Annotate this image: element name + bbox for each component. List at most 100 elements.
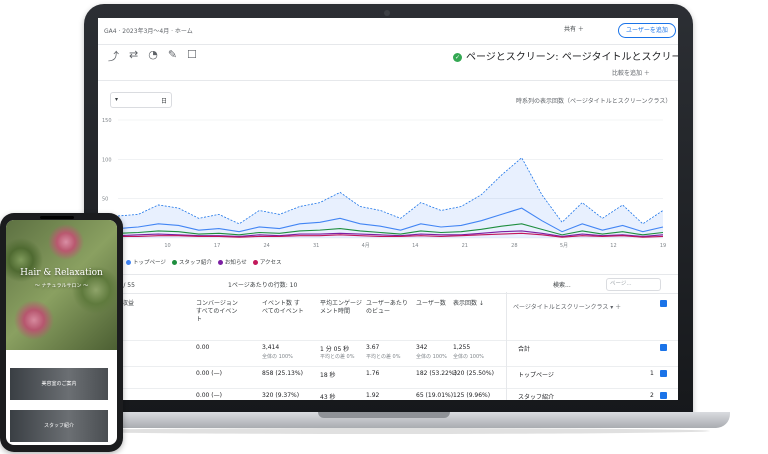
table-cell: 182 (53.22%) <box>416 370 457 377</box>
search-input[interactable]: ページ... <box>606 278 661 291</box>
bookmark-icon[interactable]: ☐ <box>187 48 197 64</box>
table-cell: 65 (19.01%) <box>416 392 454 399</box>
laptop-screen: GA4 · 2023年3月～4月 · ホーム 共有 ＋ ユーザーを追加 ⤴ ⇄ … <box>98 18 678 400</box>
x-tick-label: 10 <box>164 243 170 249</box>
table-cell: 0.00 (—) <box>196 392 222 399</box>
phone-screen: Hair & Relaxation ～ ナチュラルサロン ～ 美容室のご案内 ス… <box>6 220 117 445</box>
table-cell: 0.00 <box>196 344 210 351</box>
x-tick-label: 4月 <box>362 243 370 249</box>
table-cell: 3,414 <box>262 344 280 351</box>
insights-icon[interactable]: ◔ <box>148 48 158 64</box>
share-icon[interactable]: ⤴ <box>108 48 119 64</box>
table-cell: 320 (9.37%) <box>262 392 300 399</box>
report-title-text: ページとスクリーン: ページタイトルとスクリーンクラス <box>466 52 678 63</box>
x-tick-label: 21 <box>462 243 468 249</box>
column-header[interactable]: 表示回数 ↓ <box>453 300 495 308</box>
table-cell: 43 秒 <box>320 394 336 400</box>
table-cell: 18 秒 <box>320 372 336 379</box>
legend-label: お知らせ <box>224 260 247 266</box>
row-number: 1 <box>650 370 654 377</box>
row-divider <box>98 388 678 389</box>
check-icon: ✓ <box>453 52 462 62</box>
table-cell-sub: 全体の 100% <box>416 354 447 360</box>
laptop-camera <box>384 10 390 16</box>
laptop-notch <box>318 412 450 418</box>
legend-dot-icon <box>252 260 258 265</box>
edit-icon[interactable]: ✎ <box>168 48 177 64</box>
table-cell: 1.92 <box>366 392 380 399</box>
column-header[interactable]: イベント数 すべてのイベント <box>262 300 304 316</box>
top-bar: GA4 · 2023年3月～4月 · ホーム 共有 ＋ ユーザーを追加 <box>98 18 678 45</box>
row-title[interactable]: 合計 <box>518 344 530 353</box>
hero-title: Hair & Relaxation <box>20 268 103 278</box>
legend-label: スタッフ紹介 <box>178 260 212 266</box>
table-controls: 1～10 / 55 1ページあたりの行数: 10 検索... ページ... <box>98 274 678 294</box>
x-tick-label: 5月 <box>560 243 568 249</box>
add-user-button[interactable]: ユーザーを追加 <box>618 23 676 38</box>
salon-card[interactable]: 美容室のご案内 <box>10 368 108 400</box>
row-checkbox[interactable] <box>660 344 667 351</box>
legend-item: アクセス <box>252 258 282 266</box>
x-tick-label: 28 <box>511 243 517 249</box>
table-cell-sub: 平均との差 0% <box>366 354 401 360</box>
table-cell: 1,255 <box>453 344 471 351</box>
search-icon-label: 検索... <box>553 282 571 289</box>
salon-card-label: 美容室のご案内 <box>41 381 77 387</box>
table-cell-sub: 全体の 100% <box>453 354 484 360</box>
row-title[interactable]: トップページ <box>518 370 554 379</box>
dimension-picker[interactable]: ページタイトルとスクリーンクラス ▾ ＋ <box>513 302 621 311</box>
chart-legend: 合計トップページスタッフ紹介お知らせアクセス <box>102 258 282 266</box>
x-tick-label: 17 <box>214 243 220 249</box>
row-divider <box>98 366 678 367</box>
x-tick-label: 24 <box>263 243 269 249</box>
select-all-checkbox[interactable] <box>660 300 667 307</box>
column-header[interactable]: コンバージョン すべてのイベント <box>196 300 238 324</box>
legend-dot-icon <box>217 260 223 265</box>
legend-item: トップページ <box>126 258 166 266</box>
add-compare-button[interactable]: 比較を追加 ＋ <box>612 68 650 77</box>
table-cell: 858 (25.13%) <box>262 370 303 377</box>
row-checkbox[interactable] <box>660 392 667 399</box>
legend-dot-icon <box>171 260 177 265</box>
y-tick-label: 50 <box>102 197 108 203</box>
chart-title: 時系列の表示回数（ページタイトルとスクリーンクラス） <box>516 98 672 105</box>
divider <box>98 80 678 81</box>
hero-subtitle: ～ ナチュラルサロン ～ <box>34 283 89 289</box>
y-tick-label: 100 <box>102 157 112 163</box>
y-tick-label: 150 <box>102 118 112 124</box>
staff-card-label: スタッフ紹介 <box>43 423 74 429</box>
column-divider <box>506 292 507 400</box>
row-divider <box>98 340 678 341</box>
laptop-frame: GA4 · 2023年3月～4月 · ホーム 共有 ＋ ユーザーを追加 ⤴ ⇄ … <box>84 4 693 418</box>
legend-label: トップページ <box>133 260 166 266</box>
row-number: 2 <box>650 392 654 399</box>
table-cell: 3.67 <box>366 344 380 351</box>
compare-icon[interactable]: ⇄ <box>129 48 138 64</box>
x-tick-label: 14 <box>412 243 418 249</box>
share-button[interactable]: 共有 ＋ <box>558 24 590 36</box>
legend-dot-icon <box>126 260 132 265</box>
table-cell-sub: 平均との差 0% <box>320 354 355 360</box>
period-select[interactable]: ▾ 日 <box>110 92 172 108</box>
period-label: 日 <box>160 98 167 105</box>
column-header[interactable]: 平均エンゲージメント時間 <box>320 300 362 316</box>
row-title[interactable]: スタッフ紹介 <box>518 392 554 400</box>
phone-speaker <box>40 216 74 219</box>
x-tick-label: 12 <box>610 243 616 249</box>
breadcrumb: GA4 · 2023年3月～4月 · ホーム <box>104 28 193 35</box>
table-cell: 0.00 (—) <box>196 370 222 377</box>
column-header[interactable]: ユーザー数 <box>416 300 458 308</box>
table-cell: 342 <box>416 344 428 351</box>
table-cell: 125 (9.96%) <box>453 392 491 399</box>
column-header[interactable]: ユーザーあたりのビュー <box>366 300 408 316</box>
staff-card[interactable]: スタッフ紹介 <box>10 410 108 442</box>
table-cell: 1.76 <box>366 370 380 377</box>
total-area <box>118 157 663 238</box>
row-checkbox[interactable] <box>660 370 667 377</box>
phone-frame: Hair & Relaxation ～ ナチュラルサロン ～ 美容室のご案内 ス… <box>0 213 123 452</box>
chevron-down-icon: ▾ <box>115 96 119 103</box>
rows-per-page[interactable]: 1ページあたりの行数: 10 <box>228 280 297 289</box>
laptop-shadow <box>60 428 710 434</box>
table-cell: 1 分 05 秒 <box>320 346 350 353</box>
page-title: ✓ ページとスクリーン: ページタイトルとスクリーンクラス <box>453 48 678 63</box>
